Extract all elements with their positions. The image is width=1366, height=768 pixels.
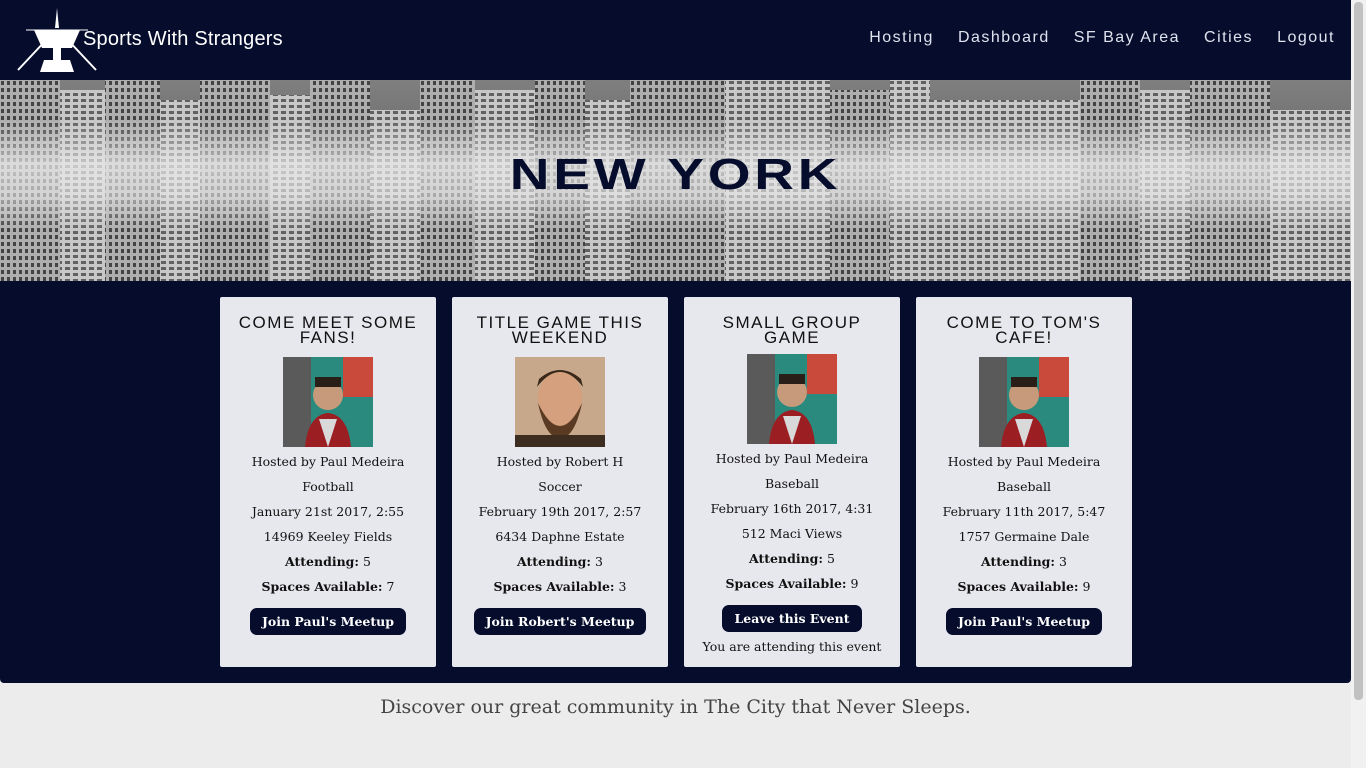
event-attending: Attending: 3 [981, 554, 1067, 569]
join-meetup-button[interactable]: Join Robert's Meetup [473, 608, 647, 635]
city-hero-banner: New York [0, 80, 1351, 281]
event-date: February 11th 2017, 5:47 [942, 504, 1106, 519]
event-card: Come Meet Some Fans! Hosted by Paul Mede… [220, 297, 436, 667]
nav-cities[interactable]: Cities [1204, 29, 1253, 47]
event-address: 1757 Germaine Dale [958, 529, 1090, 544]
city-title: New York [509, 150, 842, 199]
event-title: Small Group Game [722, 313, 862, 347]
event-date: February 19th 2017, 2:57 [478, 504, 642, 519]
attending-status: You are attending this event [702, 639, 882, 654]
vertical-scrollbar[interactable] [1351, 0, 1366, 768]
event-title: Title Game This Weekend [476, 313, 644, 347]
event-host: Hosted by Paul Medeira [715, 451, 869, 466]
join-meetup-button[interactable]: Join Paul's Meetup [945, 608, 1102, 635]
logo-text: Sports With Strangers [83, 28, 283, 50]
host-avatar [979, 357, 1069, 447]
event-spaces: Spaces Available: 3 [493, 579, 627, 594]
event-sport: Baseball [765, 476, 819, 491]
event-address: 6434 Daphne Estate [495, 529, 625, 544]
city-tagline: Discover our great community in The City… [380, 696, 971, 718]
event-host: Hosted by Robert H [496, 454, 624, 469]
leave-event-button[interactable]: Leave this Event [722, 605, 862, 632]
event-spaces: Spaces Available: 9 [957, 579, 1091, 594]
event-attending: Attending: 3 [517, 554, 603, 569]
join-meetup-button[interactable]: Join Paul's Meetup [249, 608, 406, 635]
scrollbar-thumb[interactable] [1354, 2, 1363, 700]
logo[interactable]: Sports With Strangers [14, 8, 283, 74]
event-host: Hosted by Paul Medeira [947, 454, 1101, 469]
main-nav: Hosting Dashboard SF Bay Area Cities Log… [869, 29, 1335, 47]
nav-sf-bay-area[interactable]: SF Bay Area [1074, 29, 1180, 47]
event-spaces: Spaces Available: 9 [725, 576, 859, 591]
host-avatar [747, 354, 837, 444]
event-attending: Attending: 5 [749, 551, 835, 566]
event-address: 512 Maci Views [741, 526, 843, 541]
event-sport: Soccer [538, 479, 582, 494]
event-title: Come Meet Some Fans! [238, 313, 418, 347]
event-spaces: Spaces Available: 7 [261, 579, 395, 594]
nav-hosting[interactable]: Hosting [869, 29, 934, 47]
event-attending: Attending: 5 [285, 554, 371, 569]
events-panel: Come Meet Some Fans! Hosted by Paul Mede… [0, 281, 1351, 683]
event-sport: Baseball [997, 479, 1051, 494]
event-sport: Football [302, 479, 354, 494]
event-date: February 16th 2017, 4:31 [710, 501, 874, 516]
nav-logout[interactable]: Logout [1277, 29, 1335, 47]
event-title: Come To Tom's Cafe! [946, 313, 1102, 347]
event-date: January 21st 2017, 2:55 [251, 504, 405, 519]
host-avatar [515, 357, 605, 447]
nav-dashboard[interactable]: Dashboard [958, 29, 1050, 47]
event-card: Come To Tom's Cafe! Hosted by Paul Medei… [916, 297, 1132, 667]
event-host: Hosted by Paul Medeira [251, 454, 405, 469]
event-address: 14969 Keeley Fields [263, 529, 393, 544]
top-navbar: Sports With Strangers Hosting Dashboard … [0, 0, 1351, 80]
host-avatar [283, 357, 373, 447]
event-card: Title Game This Weekend Hosted by Robert… [452, 297, 668, 667]
event-card: Small Group Game Hosted by Paul Medeira … [684, 297, 900, 667]
